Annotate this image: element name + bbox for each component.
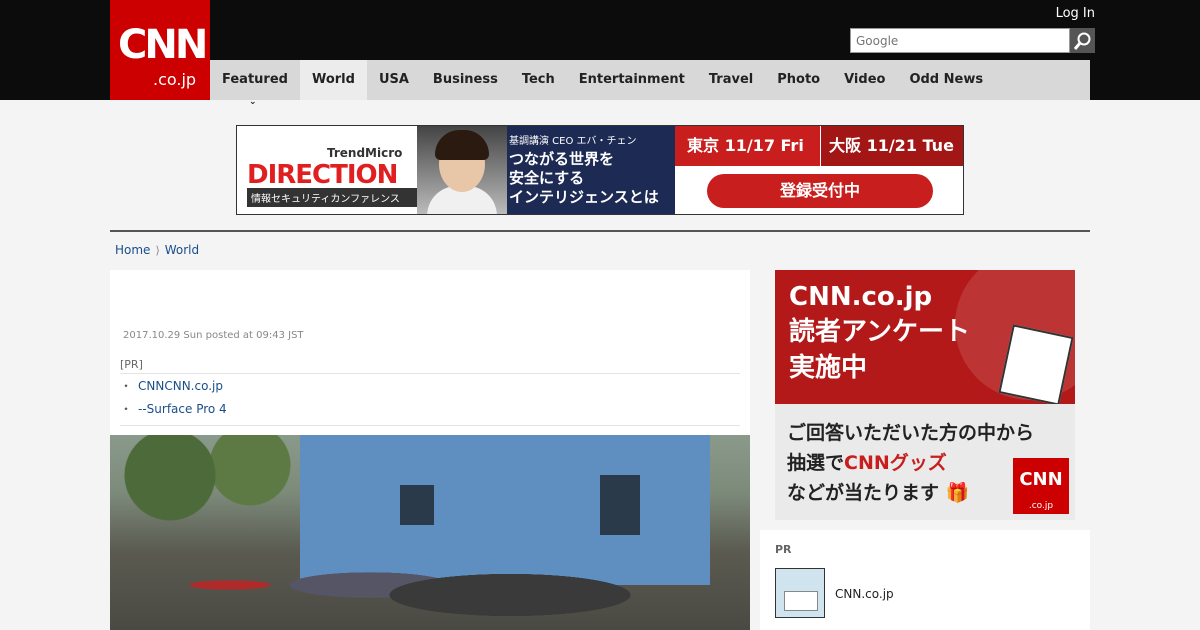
chevron-down-icon: ⌄ xyxy=(248,97,257,107)
document-icon xyxy=(998,324,1074,406)
survey-ad-header: CNN.co.jp 読者アンケート 実施中 xyxy=(775,270,1075,406)
breadcrumb-home[interactable]: Home xyxy=(110,243,155,257)
bullet-icon: ・ xyxy=(120,402,133,416)
ad-dates: 東京 11/17 Fri 大阪 11/21 Tue 登録受付中 xyxy=(675,126,963,214)
gift-icon: 🎁 xyxy=(939,482,970,504)
nav-item-usa[interactable]: USA xyxy=(367,60,421,100)
search-button[interactable] xyxy=(1070,28,1095,53)
nav-item-tech[interactable]: Tech xyxy=(510,60,567,100)
pr-box-link[interactable]: CNN.co.jp xyxy=(835,587,894,601)
breadcrumb-divider xyxy=(110,230,1090,232)
ad-headline: つながる世界を 安全にする インテリジェンスとは xyxy=(509,150,659,206)
breadcrumb-world[interactable]: World xyxy=(160,243,204,257)
logo-main-text: CNN xyxy=(118,22,208,68)
search-input[interactable] xyxy=(850,28,1070,53)
pr-link-item: ・ --Surface Pro 4 xyxy=(120,397,740,420)
nav-item-odd-news[interactable]: Odd News xyxy=(897,60,995,100)
ad-speaker: 基調講演 CEO エバ・チェン xyxy=(509,136,637,147)
cnn-logo-small-text: CNN xyxy=(1019,469,1063,490)
nav-item-label: Business xyxy=(432,72,498,87)
pr-link[interactable]: CNNCNN.co.jp xyxy=(138,379,223,393)
cnn-logo-small: CNN .co.jp xyxy=(1013,458,1069,514)
pr-link[interactable]: --Surface Pro 4 xyxy=(138,402,227,416)
nav-item-label: Travel xyxy=(708,72,754,87)
ad-title: DIRECTION xyxy=(247,160,398,190)
nav-item-label: USA xyxy=(378,72,409,87)
ad-tokyo-date: 東京 11/17 Fri xyxy=(675,126,820,166)
ad-subtitle: 情報セキュリティカンファレンス xyxy=(247,188,417,207)
pr-box-label: PR xyxy=(775,543,792,556)
ad-brand: TrendMicro xyxy=(327,146,403,160)
ad-osaka-date: 大阪 11/21 Tue xyxy=(820,126,963,166)
nav-item-photo[interactable]: Photo xyxy=(765,60,832,100)
bullet-icon: ・ xyxy=(120,379,133,393)
nav-item-label: Video xyxy=(844,72,886,87)
top-bar: CNN .co.jp Log In Featured ⌄ World USA B… xyxy=(0,0,1200,107)
breadcrumb: Home ⟩ World xyxy=(110,238,1090,262)
article-photo[interactable] xyxy=(110,435,750,630)
sidebar-pr-box: PR CNN.co.jp xyxy=(760,530,1090,630)
logo-sub-text: .co.jp xyxy=(153,70,197,89)
ad-speaker-photo xyxy=(417,126,507,214)
survey-ad-body2-red: CNNグッズ xyxy=(844,452,947,474)
login-link[interactable]: Log In xyxy=(1056,6,1095,21)
nav-item-label: Odd News xyxy=(909,72,984,87)
pr-divider xyxy=(120,420,740,426)
survey-ad-body2-pre: 抽選で xyxy=(787,452,845,474)
ad-message: 基調講演 CEO エバ・チェン つながる世界を 安全にする インテリジェンスとは xyxy=(507,126,675,214)
nav-item-featured[interactable]: Featured ⌄ xyxy=(210,60,300,107)
posted-timestamp: 2017.10.29 Sun posted at 09:43 JST xyxy=(123,330,304,341)
nav-item-video[interactable]: Video xyxy=(832,60,897,100)
nav-item-world[interactable]: World xyxy=(299,60,367,100)
pr-link-item: ・ CNNCNN.co.jp xyxy=(120,374,740,397)
cnn-logo[interactable]: CNN .co.jp xyxy=(110,0,210,100)
mail-icon[interactable] xyxy=(775,568,825,618)
survey-ad-body1: ご回答いただいた方の中から xyxy=(787,422,1035,444)
nav-item-label: World xyxy=(311,72,355,87)
main-nav: Featured ⌄ World USA Business Tech Enter… xyxy=(210,60,1090,107)
nav-item-entertainment[interactable]: Entertainment xyxy=(567,60,697,100)
search-icon xyxy=(1073,32,1090,50)
nav-item-travel[interactable]: Travel xyxy=(697,60,765,100)
ad-register-button[interactable]: 登録受付中 xyxy=(707,174,933,208)
ad-banner[interactable]: TrendMicro DIRECTION 情報セキュリティカンファレンス 基調講… xyxy=(236,125,964,215)
pr-links-block: [PR] ・ CNNCNN.co.jp ・ --Surface Pro 4 xyxy=(120,358,740,426)
article: 2017.10.29 Sun posted at 09:43 JST [PR] … xyxy=(110,270,750,630)
survey-ad-body3: などが当たります xyxy=(787,482,940,504)
ad-logo-area: TrendMicro DIRECTION 情報セキュリティカンファレンス xyxy=(237,126,417,214)
nav-item-label: Entertainment xyxy=(578,72,685,87)
sidebar-survey-ad[interactable]: CNN.co.jp 読者アンケート 実施中 ご回答いただいた方の中から 抽選でC… xyxy=(775,270,1075,520)
nav-item-business[interactable]: Business xyxy=(421,60,510,100)
nav-item-label: Photo xyxy=(777,72,821,87)
survey-ad-body: ご回答いただいた方の中から 抽選でCNNグッズ などが当たります 🎁 CNN .… xyxy=(775,404,1075,520)
pr-label: [PR] xyxy=(120,358,740,374)
nav-item-label: Tech xyxy=(521,72,555,87)
cnn-logo-small-sub: .co.jp xyxy=(1028,501,1054,511)
